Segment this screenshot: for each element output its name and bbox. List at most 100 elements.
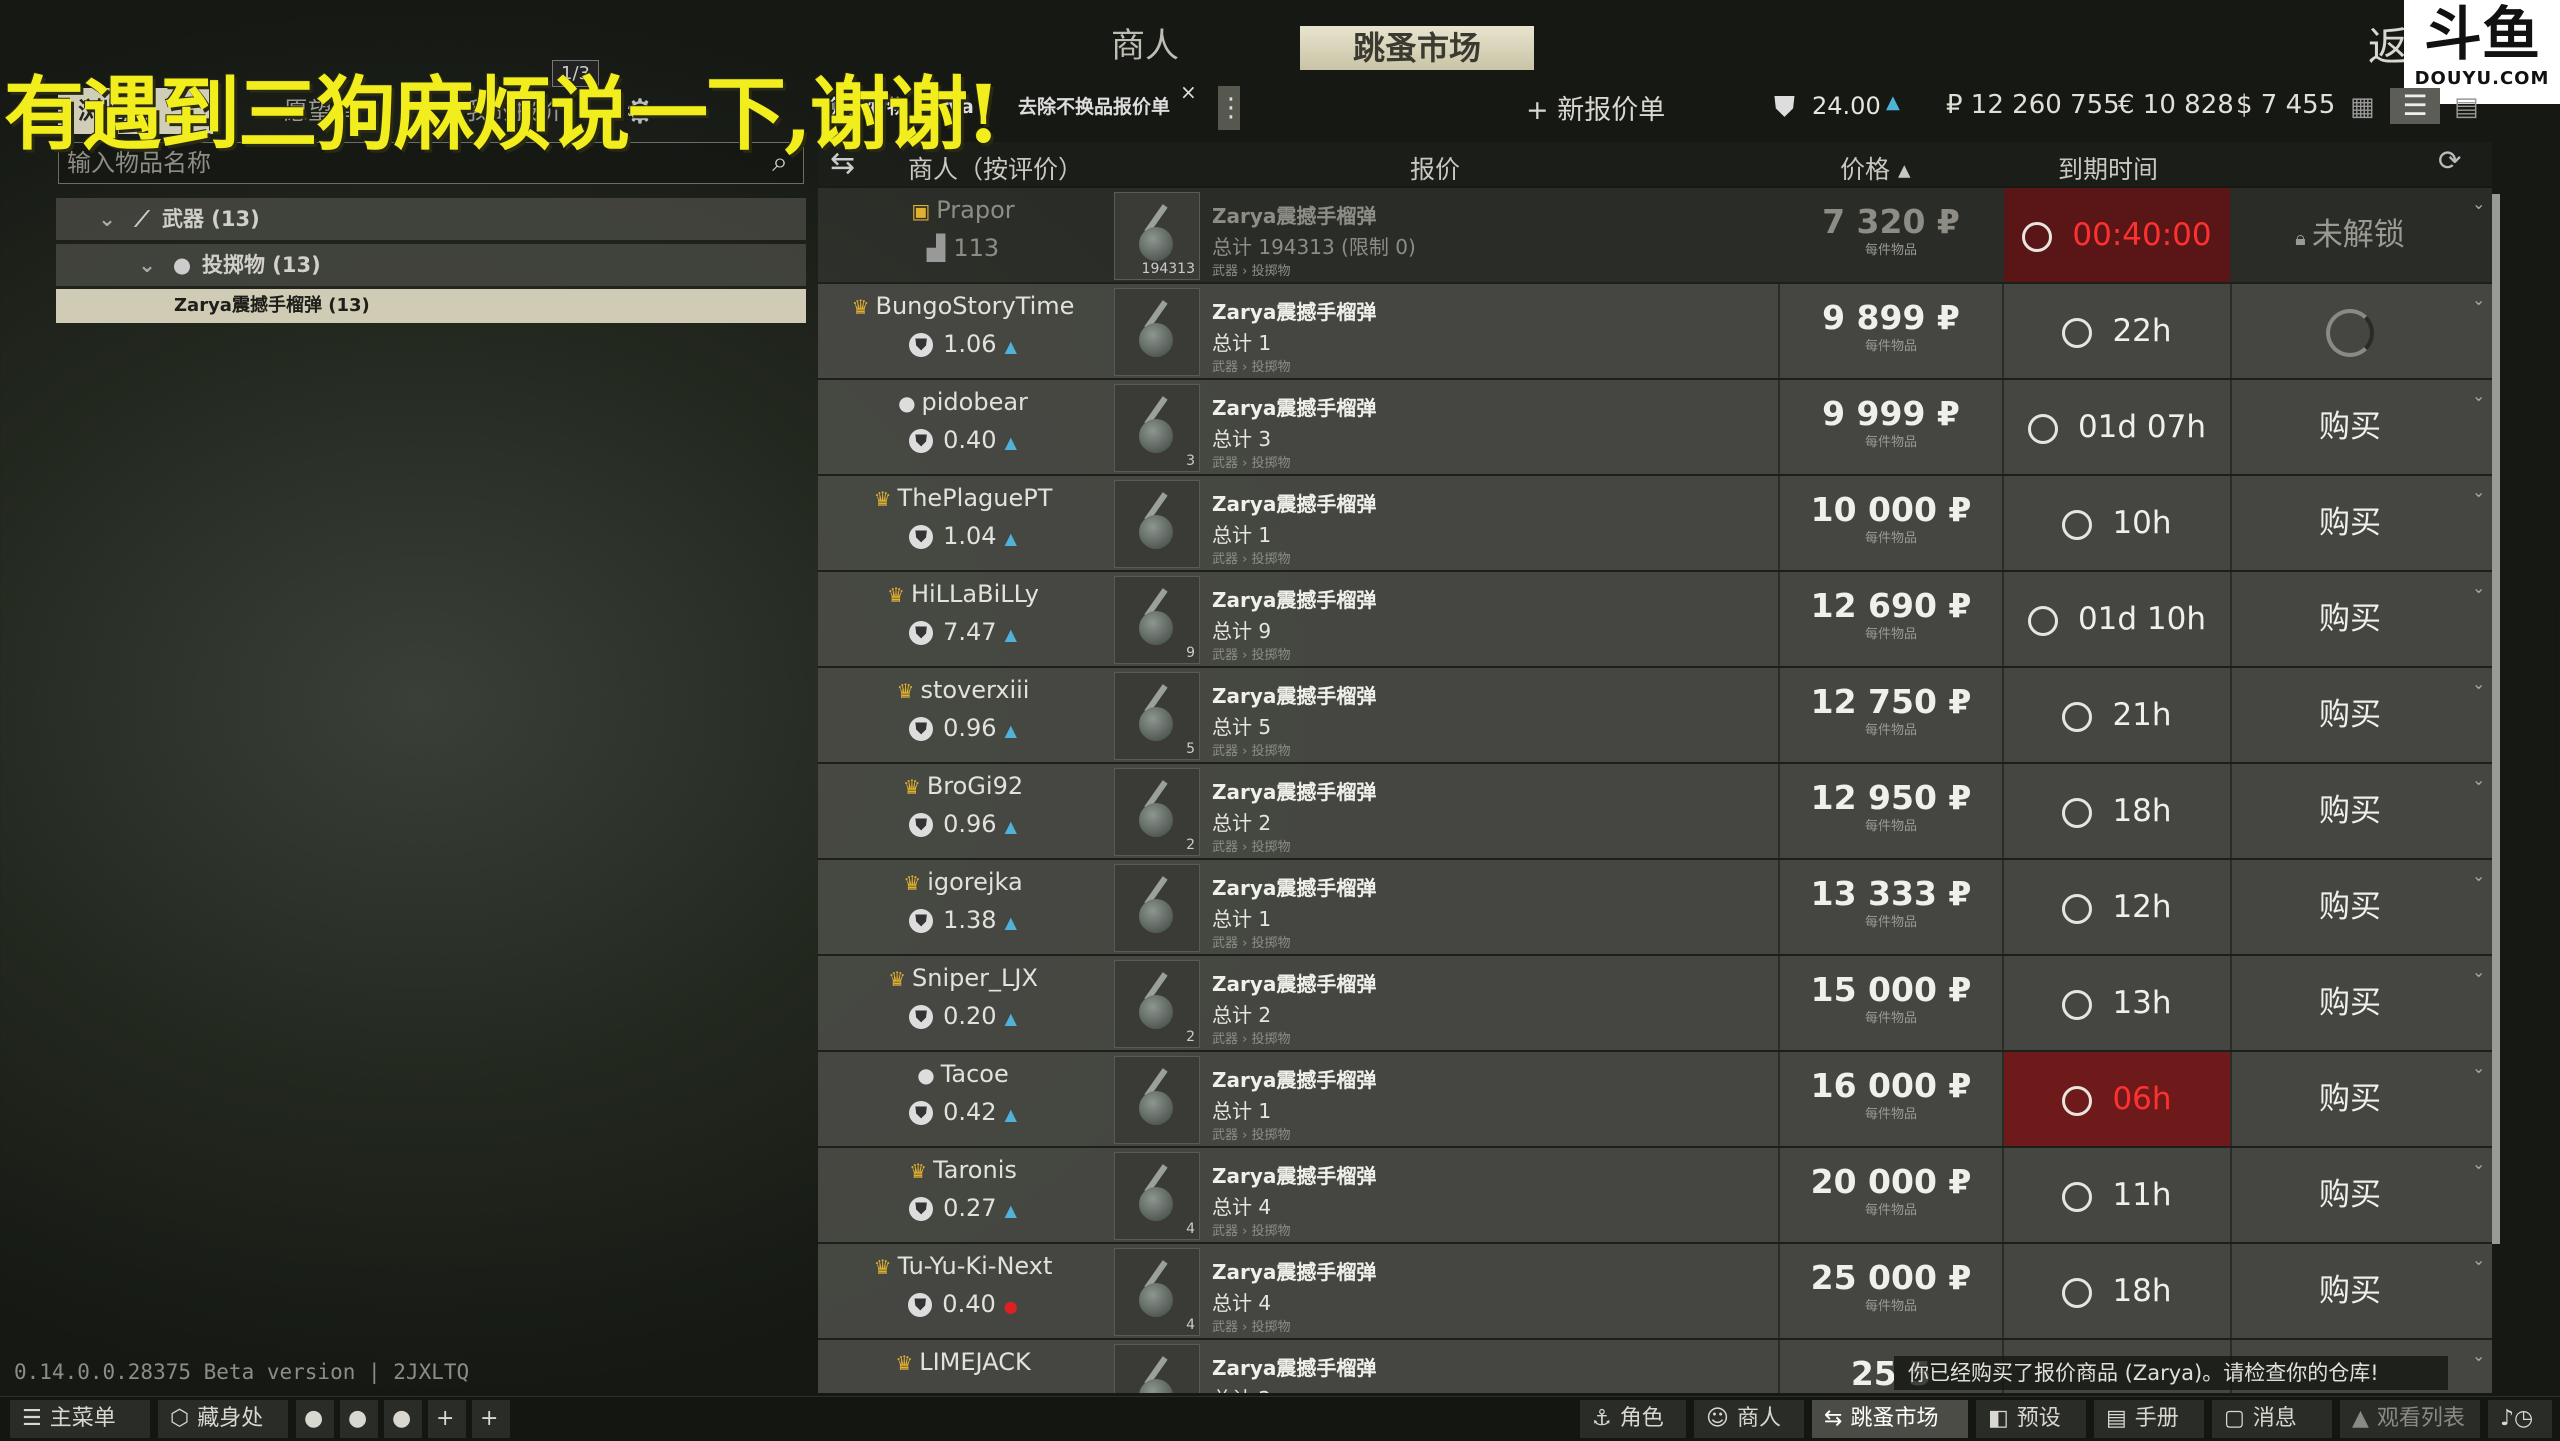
- handbook-button[interactable]: ▤ 手册: [2094, 1400, 2204, 1438]
- trader-name[interactable]: igorejka: [927, 868, 1023, 896]
- item-thumbnail[interactable]: 194313: [1114, 192, 1200, 280]
- tiles-view-icon[interactable]: ▤: [2454, 92, 2479, 122]
- voice-button[interactable]: ♪◷: [2488, 1400, 2552, 1438]
- item-thumbnail[interactable]: 4: [1114, 1248, 1200, 1336]
- trader-name[interactable]: stoverxiii: [920, 676, 1029, 704]
- hideout-button[interactable]: ⬡ 藏身处: [158, 1400, 288, 1438]
- trader-name[interactable]: Tu-Yu-Ki-Next: [898, 1252, 1053, 1280]
- offer-row[interactable]: ♛ BungoStoryTime ⛊ 1.06 ▲ Zarya震撼手榴弹 总计 1 武器 › …: [818, 284, 2492, 380]
- reload-icon[interactable]: ⟳: [2438, 144, 2461, 177]
- item-thumbnail[interactable]: 2: [1114, 768, 1200, 856]
- grid-view-icon[interactable]: ▦: [2350, 92, 2375, 122]
- item-thumbnail[interactable]: 9: [1114, 576, 1200, 664]
- messages-button[interactable]: ▢ 消息: [2212, 1400, 2332, 1438]
- list-view-icon[interactable]: ☰: [2390, 88, 2440, 124]
- trader-name[interactable]: ThePlaguePT: [898, 484, 1053, 512]
- buy-button[interactable]: 购买: [2230, 860, 2468, 954]
- item-thumbnail[interactable]: [1114, 1344, 1200, 1393]
- offer-trader[interactable]: ♛ igorejka ⛊ 1.38 ▲: [818, 860, 1108, 954]
- tab-flea-market[interactable]: 跳蚤市场: [1300, 26, 1534, 70]
- buy-button[interactable]: 购买: [2230, 1244, 2468, 1338]
- trader-name[interactable]: LIMEJACK: [919, 1348, 1030, 1376]
- offer-trader[interactable]: ♛ HiLLaBiLLy ⛊ 7.47 ▲: [818, 572, 1108, 666]
- presets-button[interactable]: ◧ 预设: [1976, 1400, 2086, 1438]
- offer-trader[interactable]: ♛ Sniper_LJX ⛊ 0.20 ▲: [818, 956, 1108, 1050]
- offer-trader[interactable]: ● Tacoe ⛊ 0.42 ▲: [818, 1052, 1108, 1146]
- chevron-down-icon[interactable]: ⌄: [2472, 290, 2488, 309]
- chevron-down-icon[interactable]: ⌄: [2472, 674, 2488, 693]
- buy-button[interactable]: 购买: [2230, 764, 2468, 858]
- offer-row[interactable]: ▣ Prapor ▟ 113 194313 Zarya震撼手榴弹 总计 194313 (限制…: [818, 188, 2492, 284]
- trader-name[interactable]: Taronis: [933, 1156, 1017, 1184]
- item-thumbnail[interactable]: [1114, 864, 1200, 952]
- tab-traders[interactable]: 商人: [1080, 22, 1210, 70]
- offer-row[interactable]: ♛ BroGi92 ⛊ 0.96 ▲ 2 Zarya震撼手榴弹 总计 2 武器 › 投掷物 12 …: [818, 764, 2492, 860]
- back-button[interactable]: 返: [2368, 14, 2408, 72]
- buy-button[interactable]: 购买: [2230, 476, 2468, 570]
- buy-button[interactable]: 购买: [2230, 668, 2468, 762]
- chevron-down-icon[interactable]: ⌄: [2472, 770, 2488, 789]
- offer-row[interactable]: ♛ stoverxiii ⛊ 0.96 ▲ 5 Zarya震撼手榴弹 总计 5 武器 › 投掷物…: [818, 668, 2492, 764]
- column-header-offer[interactable]: 报价: [1410, 150, 1460, 186]
- trader-name[interactable]: Tacoe: [941, 1060, 1009, 1088]
- watchlist-button[interactable]: ▲ 观看列表: [2340, 1400, 2480, 1438]
- offer-trader[interactable]: ▣ Prapor ▟ 113: [818, 188, 1108, 282]
- chevron-down-icon[interactable]: ⌄: [2472, 578, 2488, 597]
- player-slot-button[interactable]: ●: [340, 1400, 378, 1438]
- main-menu-button[interactable]: ☰ 主菜单: [10, 1400, 150, 1438]
- buy-button[interactable]: 购买: [2230, 380, 2468, 474]
- offer-trader[interactable]: ♛ LIMEJACK: [818, 1340, 1108, 1393]
- offer-row[interactable]: ♛ Taronis ⛊ 0.27 ▲ 4 Zarya震撼手榴弹 总计 4 武器 › 投掷物 20 …: [818, 1148, 2492, 1244]
- trader-name[interactable]: BungoStoryTime: [876, 292, 1075, 320]
- tree-item-throwables[interactable]: ⌄ ● 投掷物 (13): [56, 244, 806, 286]
- add-offer-button[interactable]: + 新报价单: [1526, 88, 1665, 127]
- flea-market-button[interactable]: ⇆ 跳蚤市场: [1812, 1400, 1968, 1438]
- buy-button[interactable]: 购买: [2230, 956, 2468, 1050]
- item-thumbnail[interactable]: [1114, 288, 1200, 376]
- offer-row[interactable]: ● pidobear ⛊ 0.40 ▲ 3 Zarya震撼手榴弹 总计 3 武器 › 投掷物 9 …: [818, 380, 2492, 476]
- offer-row[interactable]: ♛ ThePlaguePT ⛊ 1.04 ▲ Zarya震撼手榴弹 总计 1 武器 › 投掷物…: [818, 476, 2492, 572]
- chevron-down-icon[interactable]: ⌄: [2472, 386, 2488, 405]
- trader-name[interactable]: HiLLaBiLLy: [911, 580, 1039, 608]
- chevron-down-icon[interactable]: ⌄: [2472, 1154, 2488, 1173]
- add-slot-button[interactable]: +: [472, 1400, 510, 1438]
- player-slot-button[interactable]: ●: [296, 1400, 334, 1438]
- offer-row[interactable]: ♛ Tu-Yu-Ki-Next ⛊ 0.40 ● 4 Zarya震撼手榴弹 总计 4 武器 › …: [818, 1244, 2492, 1340]
- offer-trader[interactable]: ● pidobear ⛊ 0.40 ▲: [818, 380, 1108, 474]
- offer-trader[interactable]: ♛ Taronis ⛊ 0.27 ▲: [818, 1148, 1108, 1242]
- chevron-down-icon[interactable]: ⌄: [132, 244, 162, 286]
- column-header-expiry[interactable]: 到期时间: [2058, 150, 2158, 186]
- chevron-down-icon[interactable]: ⌄: [2472, 962, 2488, 981]
- offer-row[interactable]: ● Tacoe ⛊ 0.42 ▲ Zarya震撼手榴弹 总计 1 武器 › 投掷物 16 000…: [818, 1052, 2492, 1148]
- chevron-down-icon[interactable]: ⌄: [2472, 482, 2488, 501]
- add-slot-button[interactable]: +: [428, 1400, 466, 1438]
- offer-row[interactable]: ♛ HiLLaBiLLy ⛊ 7.47 ▲ 9 Zarya震撼手榴弹 总计 9 武器 › 投掷物…: [818, 572, 2492, 668]
- column-header-price[interactable]: 价格 ▴: [1840, 150, 1911, 186]
- scrollbar[interactable]: [2492, 194, 2500, 1244]
- item-thumbnail[interactable]: [1114, 480, 1200, 568]
- more-icon[interactable]: ⋮: [1218, 86, 1244, 130]
- chevron-down-icon[interactable]: ⌄: [2472, 866, 2488, 885]
- offer-row[interactable]: ♛ Sniper_LJX ⛊ 0.20 ▲ 2 Zarya震撼手榴弹 总计 2 武器 › 投掷物…: [818, 956, 2492, 1052]
- character-button[interactable]: ⚓ 角色: [1580, 1400, 1686, 1438]
- item-thumbnail[interactable]: 5: [1114, 672, 1200, 760]
- item-thumbnail[interactable]: 2: [1114, 960, 1200, 1048]
- offer-trader[interactable]: ♛ BungoStoryTime ⛊ 1.06 ▲: [818, 284, 1108, 378]
- offer-trader[interactable]: ♛ BroGi92 ⛊ 0.96 ▲: [818, 764, 1108, 858]
- chevron-down-icon[interactable]: ⌄: [92, 198, 122, 240]
- item-thumbnail[interactable]: 4: [1114, 1152, 1200, 1240]
- close-icon[interactable]: ×: [1180, 80, 1197, 104]
- offer-trader[interactable]: ♛ Tu-Yu-Ki-Next ⛊ 0.40 ●: [818, 1244, 1108, 1338]
- trader-name[interactable]: BroGi92: [927, 772, 1023, 800]
- chevron-down-icon[interactable]: ⌄: [2472, 1058, 2488, 1077]
- offer-trader[interactable]: ♛ stoverxiii ⛊ 0.96 ▲: [818, 668, 1108, 762]
- item-thumbnail[interactable]: [1114, 1056, 1200, 1144]
- traders-button[interactable]: ☺ 商人: [1694, 1400, 1804, 1438]
- chevron-down-icon[interactable]: ⌄: [2472, 1250, 2488, 1269]
- trader-name[interactable]: Prapor: [936, 196, 1014, 224]
- item-thumbnail[interactable]: 3: [1114, 384, 1200, 472]
- buy-button[interactable]: 购买: [2230, 1052, 2468, 1146]
- tree-item-weapons[interactable]: ⌄ ⟋ 武器 (13): [56, 198, 806, 240]
- buy-button[interactable]: 购买: [2230, 572, 2468, 666]
- buy-button[interactable]: 购买: [2230, 1148, 2468, 1242]
